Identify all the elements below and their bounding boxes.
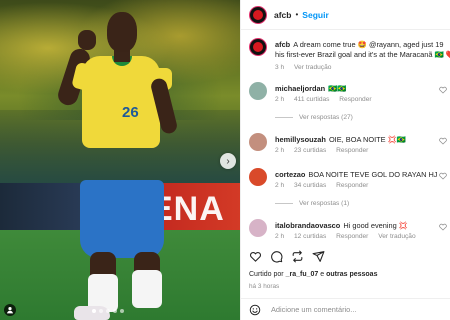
caption-time: 3 h: [275, 64, 285, 71]
user-tag-icon: [6, 307, 14, 314]
author-avatar[interactable]: [249, 5, 267, 24]
comment-username[interactable]: michaeljordan: [275, 84, 325, 93]
comment-icon[interactable]: [270, 250, 283, 263]
jersey-number: 26: [122, 104, 139, 121]
comment-likes[interactable]: 12 curtidas: [294, 233, 326, 240]
comment-reply-button[interactable]: Responder: [336, 182, 368, 189]
comment-body: OIE, BOA NOITE 💢🇧🇷: [328, 135, 407, 144]
comment-reply-button[interactable]: Responder: [339, 96, 371, 103]
carousel-dots: [92, 309, 124, 313]
player-right-sock: [132, 270, 162, 308]
heart-icon[interactable]: [439, 172, 447, 180]
comment-text: cortezao BOA NOITE TEVE GOL DO RAYAN HJ: [275, 170, 450, 180]
carousel-dot: [113, 309, 117, 313]
likes-summary: Curtido por _ra_fu_07 e outras pessoas: [249, 271, 377, 278]
comment-username[interactable]: italobrandaovasco: [275, 221, 340, 230]
carousel-dot: [106, 309, 110, 313]
likes-connector: e: [320, 271, 325, 278]
player-head: [107, 12, 137, 52]
comment-avatar[interactable]: [249, 219, 267, 237]
heart-icon[interactable]: [439, 137, 447, 145]
comment-reply-button[interactable]: Responder: [336, 147, 368, 154]
follow-button[interactable]: Seguir: [302, 10, 328, 20]
next-image-button[interactable]: ›: [220, 153, 236, 169]
replies-line: [275, 203, 293, 204]
comment-time: 2 h: [275, 182, 285, 189]
separator-dot: •: [295, 10, 299, 19]
share-icon[interactable]: [312, 250, 325, 263]
caption-avatar[interactable]: [249, 38, 267, 56]
comment-translate-link[interactable]: Ver tradução: [378, 233, 415, 240]
comment-avatar[interactable]: [249, 82, 267, 100]
comment-likes[interactable]: 411 curtidas: [294, 96, 329, 103]
comment-body: 🇧🇷🇧🇷: [328, 84, 347, 93]
caption-username[interactable]: afcb: [275, 40, 290, 49]
post-photo[interactable]: ENA 26 ›: [0, 0, 240, 320]
comment-text: hemillysouzah OIE, BOA NOITE 💢🇧🇷: [275, 135, 450, 145]
comment-body: Hi good evening 💢: [343, 221, 408, 230]
comment-meta: 2 h 34 curtidas Responder: [275, 182, 376, 189]
comment-time: 2 h: [275, 147, 285, 154]
comment-time: 2 h: [275, 96, 285, 103]
heart-icon[interactable]: [249, 250, 262, 263]
user-tag-button[interactable]: [4, 304, 16, 316]
view-replies-button[interactable]: Ver respostas (27): [275, 114, 353, 121]
emoji-icon[interactable]: [249, 304, 261, 316]
comment-username[interactable]: cortezao: [275, 170, 305, 179]
comment-text: michaeljordan 🇧🇷🇧🇷: [275, 84, 450, 94]
heart-icon[interactable]: [439, 86, 447, 94]
comment-meta: 2 h 12 curtidas Responder Ver tradução: [275, 233, 424, 240]
comment-likes[interactable]: 23 curtidas: [294, 147, 326, 154]
comment-avatar[interactable]: [249, 133, 267, 151]
comment-time: 2 h: [275, 233, 285, 240]
comment-body: BOA NOITE TEVE GOL DO RAYAN HJ: [308, 170, 438, 179]
carousel-dot: [120, 309, 124, 313]
replies-line: [275, 117, 293, 118]
caption-meta: 3 h Ver tradução: [275, 64, 339, 71]
chevron-right-icon: ›: [226, 155, 230, 167]
likes-user[interactable]: _ra_fu_07: [286, 271, 319, 278]
caption-line-2: his first-ever Brazil goal and it's at t…: [275, 50, 450, 59]
club-crest-icon: [253, 42, 263, 52]
comment-avatar[interactable]: [249, 168, 267, 186]
club-crest-icon: [253, 9, 263, 20]
post-header: afcb • Seguir: [241, 0, 450, 30]
comment-text: italobrandaovasco Hi good evening 💢: [275, 221, 450, 231]
likes-prefix: Curtido por: [249, 271, 284, 278]
view-replies-label: Ver respostas (1): [299, 200, 350, 207]
player-figure: 26: [55, 8, 180, 320]
post-panel: afcb • Seguir afcb A dream come true 🤩 @r…: [240, 0, 450, 320]
player-shorts: [80, 180, 164, 258]
author-username[interactable]: afcb: [274, 10, 291, 20]
comment-meta: 2 h 23 curtidas Responder: [275, 147, 376, 154]
player-fist: [78, 30, 96, 50]
repost-icon[interactable]: [291, 250, 304, 263]
action-bar: [241, 247, 450, 265]
caption-line-1: A dream come true 🤩 @rayann, aged just 1…: [293, 40, 444, 49]
view-replies-button[interactable]: Ver respostas (1): [275, 200, 349, 207]
comment-username[interactable]: hemillysouzah: [275, 135, 326, 144]
caption-text: afcb A dream come true 🤩 @rayann, aged ju…: [275, 40, 450, 60]
post-time: há 3 horas: [249, 283, 280, 290]
comment-reply-button[interactable]: Responder: [336, 233, 368, 240]
comment-meta: 2 h 411 curtidas Responder: [275, 96, 380, 103]
comment-likes[interactable]: 34 curtidas: [294, 182, 326, 189]
comment-composer: [241, 298, 450, 320]
carousel-dot: [99, 309, 103, 313]
carousel-dot: [92, 309, 96, 313]
caption-translate-link[interactable]: Ver tradução: [294, 64, 331, 71]
comment-input[interactable]: [271, 305, 421, 314]
heart-icon[interactable]: [439, 223, 447, 231]
likes-others-link[interactable]: outras pessoas: [326, 271, 377, 278]
view-replies-label: Ver respostas (27): [299, 114, 353, 121]
